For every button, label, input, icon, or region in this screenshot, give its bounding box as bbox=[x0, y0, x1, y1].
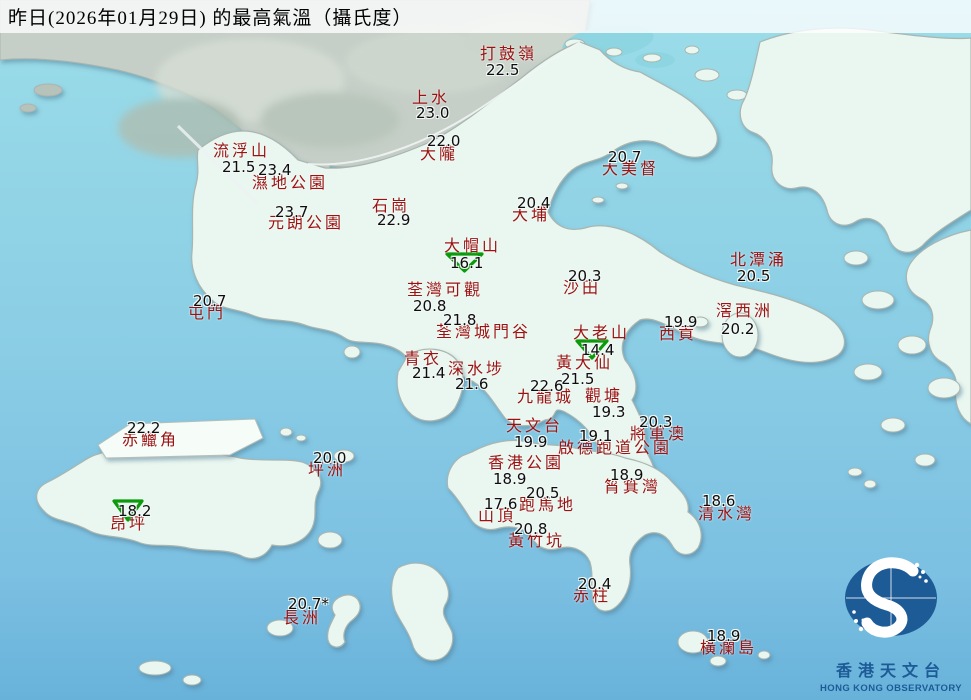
hko-max-temperature-map: 昨日(2026年01月29日) 的最高氣溫（攝氏度） 打鼓嶺 22.5 上水 23.0… bbox=[0, 0, 971, 700]
station-name: 滘西洲 bbox=[716, 303, 774, 320]
station-temperature-value: 22.0 bbox=[427, 132, 461, 150]
station-temperature-value: 20.7 bbox=[608, 148, 642, 166]
station-temperature-value: 23.4 bbox=[258, 161, 292, 179]
station-temperature-value: 19.9 bbox=[514, 433, 548, 451]
station-temperature-value: 21.8 bbox=[443, 311, 477, 329]
station-temperature-value: 18.2 bbox=[118, 502, 152, 520]
station-temperature-value: 23.0 bbox=[416, 104, 450, 122]
station-name: 大帽山 bbox=[444, 238, 502, 255]
station-temperature-value: 20.8 bbox=[413, 297, 447, 315]
station-temperature-value: 23.7 bbox=[275, 203, 309, 221]
station-temperature-value: 21.5 bbox=[561, 370, 595, 388]
station-temperature-value: 17.6 bbox=[484, 495, 518, 513]
station-name: 大老山 bbox=[573, 325, 631, 342]
station-temperature-value: 22.6 bbox=[530, 377, 564, 395]
station-temperature-value: 20.7* bbox=[288, 595, 329, 613]
station-temperature-value: 20.2 bbox=[721, 320, 755, 338]
station-temperature-value: 20.5 bbox=[737, 267, 771, 285]
hko-logo-chinese-name: 香港天文台 bbox=[835, 663, 946, 680]
station-temperature-value: 21.6 bbox=[455, 375, 489, 393]
station-temperature-value: 16.1 bbox=[450, 254, 484, 272]
station-temperature-value: 19.9 bbox=[664, 313, 698, 331]
station-temperature-value: 19.1 bbox=[579, 427, 613, 445]
station-temperature-value: 18.9 bbox=[707, 627, 741, 645]
station-temperature-value: 22.2 bbox=[127, 419, 161, 437]
station-temperature-value: 20.4 bbox=[517, 194, 551, 212]
hko-logo-icon bbox=[845, 557, 937, 638]
station-temperature-value: 20.7 bbox=[193, 292, 227, 310]
station-name: 長洲 bbox=[283, 610, 322, 627]
station-temperature-value: 19.3 bbox=[592, 403, 626, 421]
station-temperature-value: 21.5 bbox=[222, 158, 256, 176]
station-temperature-value: 18.9 bbox=[610, 466, 644, 484]
station-temperature-value: 20.4 bbox=[578, 575, 612, 593]
station-temperature-value: 21.4 bbox=[412, 364, 446, 382]
hko-logo-english-name: HONG KONG OBSERVATORY bbox=[820, 683, 962, 694]
station-temperature-value: 20.8 bbox=[514, 520, 548, 538]
station-temperature-value: 20.5 bbox=[526, 484, 560, 502]
station-temperature-value: 18.6 bbox=[702, 492, 736, 510]
station-name: 啟德跑道公園 bbox=[558, 440, 673, 457]
station-temperature-value: 20.3 bbox=[568, 267, 602, 285]
hko-logo: 香港天文台 HONG KONG OBSERVATORY bbox=[820, 541, 962, 694]
station-temperature-value: 20.3 bbox=[639, 413, 673, 431]
station-temperature-value: 22.9 bbox=[377, 211, 411, 229]
station-temperature-value: 20.0 bbox=[313, 449, 347, 467]
station-temperature-value: 18.9 bbox=[493, 470, 527, 488]
station-temperature-value: 22.5 bbox=[486, 61, 520, 79]
